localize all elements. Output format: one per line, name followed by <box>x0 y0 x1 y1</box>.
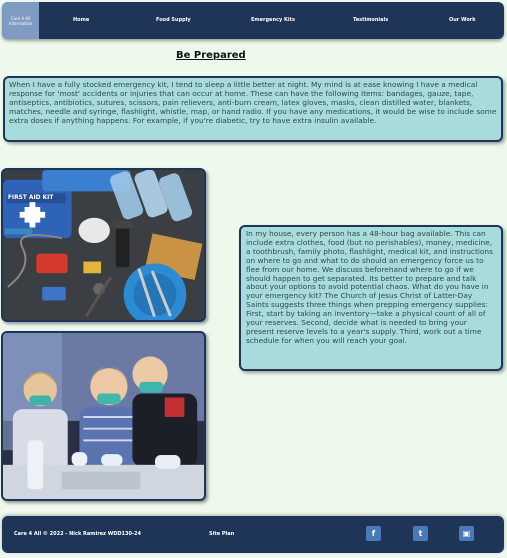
intro-text-box: When I have a fully stocked emergency ki… <box>3 76 503 142</box>
logo[interactable]: Care 4 All Information <box>2 2 39 39</box>
bag-text-box: In my house, every person has a 48-hour … <box>239 225 503 371</box>
intro-paragraph: When I have a fully stocked emergency ki… <box>9 80 497 125</box>
logo-line2: Information <box>8 20 33 26</box>
facebook-icon[interactable]: f <box>366 526 381 541</box>
nav-testimonials[interactable]: Testimonials <box>353 17 388 23</box>
twitter-icon[interactable]: t <box>413 526 428 541</box>
page-title: Be Prepared <box>176 50 246 61</box>
site-footer: Care 4 All © 2022 - Nick Ramirez WDD130-… <box>2 516 504 553</box>
site-header: Care 4 All Information Home Food Supply … <box>2 2 504 39</box>
nav-emergency-kits[interactable]: Emergency Kits <box>251 17 295 23</box>
children-masks-photo <box>1 331 206 501</box>
footer-copyright: Care 4 All © 2022 - Nick Ramirez WDD130-… <box>14 531 141 537</box>
bag-paragraph: In my house, every person has a 48-hour … <box>246 229 493 345</box>
instagram-icon[interactable]: ▣ <box>459 526 474 541</box>
site-plan-link[interactable]: Site Plan <box>209 531 234 537</box>
kit-label: FIRST AID KIT <box>8 195 53 201</box>
nav-home[interactable]: Home <box>73 17 89 23</box>
nav-our-work[interactable]: Our Work <box>449 17 476 23</box>
nav-food-supply[interactable]: Food Supply <box>156 17 191 23</box>
first-aid-kit-photo: FIRST AID KIT <box>1 168 206 322</box>
